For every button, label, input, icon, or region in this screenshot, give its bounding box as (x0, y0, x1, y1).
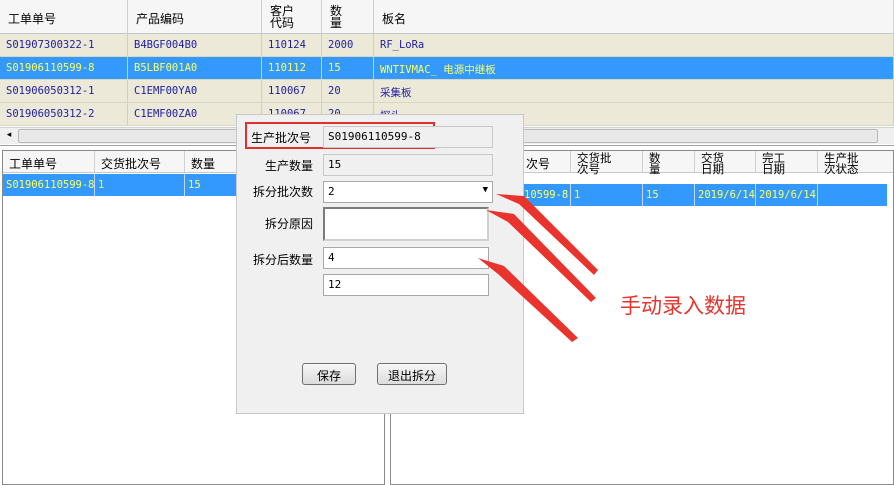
annotation-text: 手动录入数据 (620, 294, 746, 318)
annotation-arrows (478, 194, 598, 342)
arrow-icon (496, 194, 598, 275)
